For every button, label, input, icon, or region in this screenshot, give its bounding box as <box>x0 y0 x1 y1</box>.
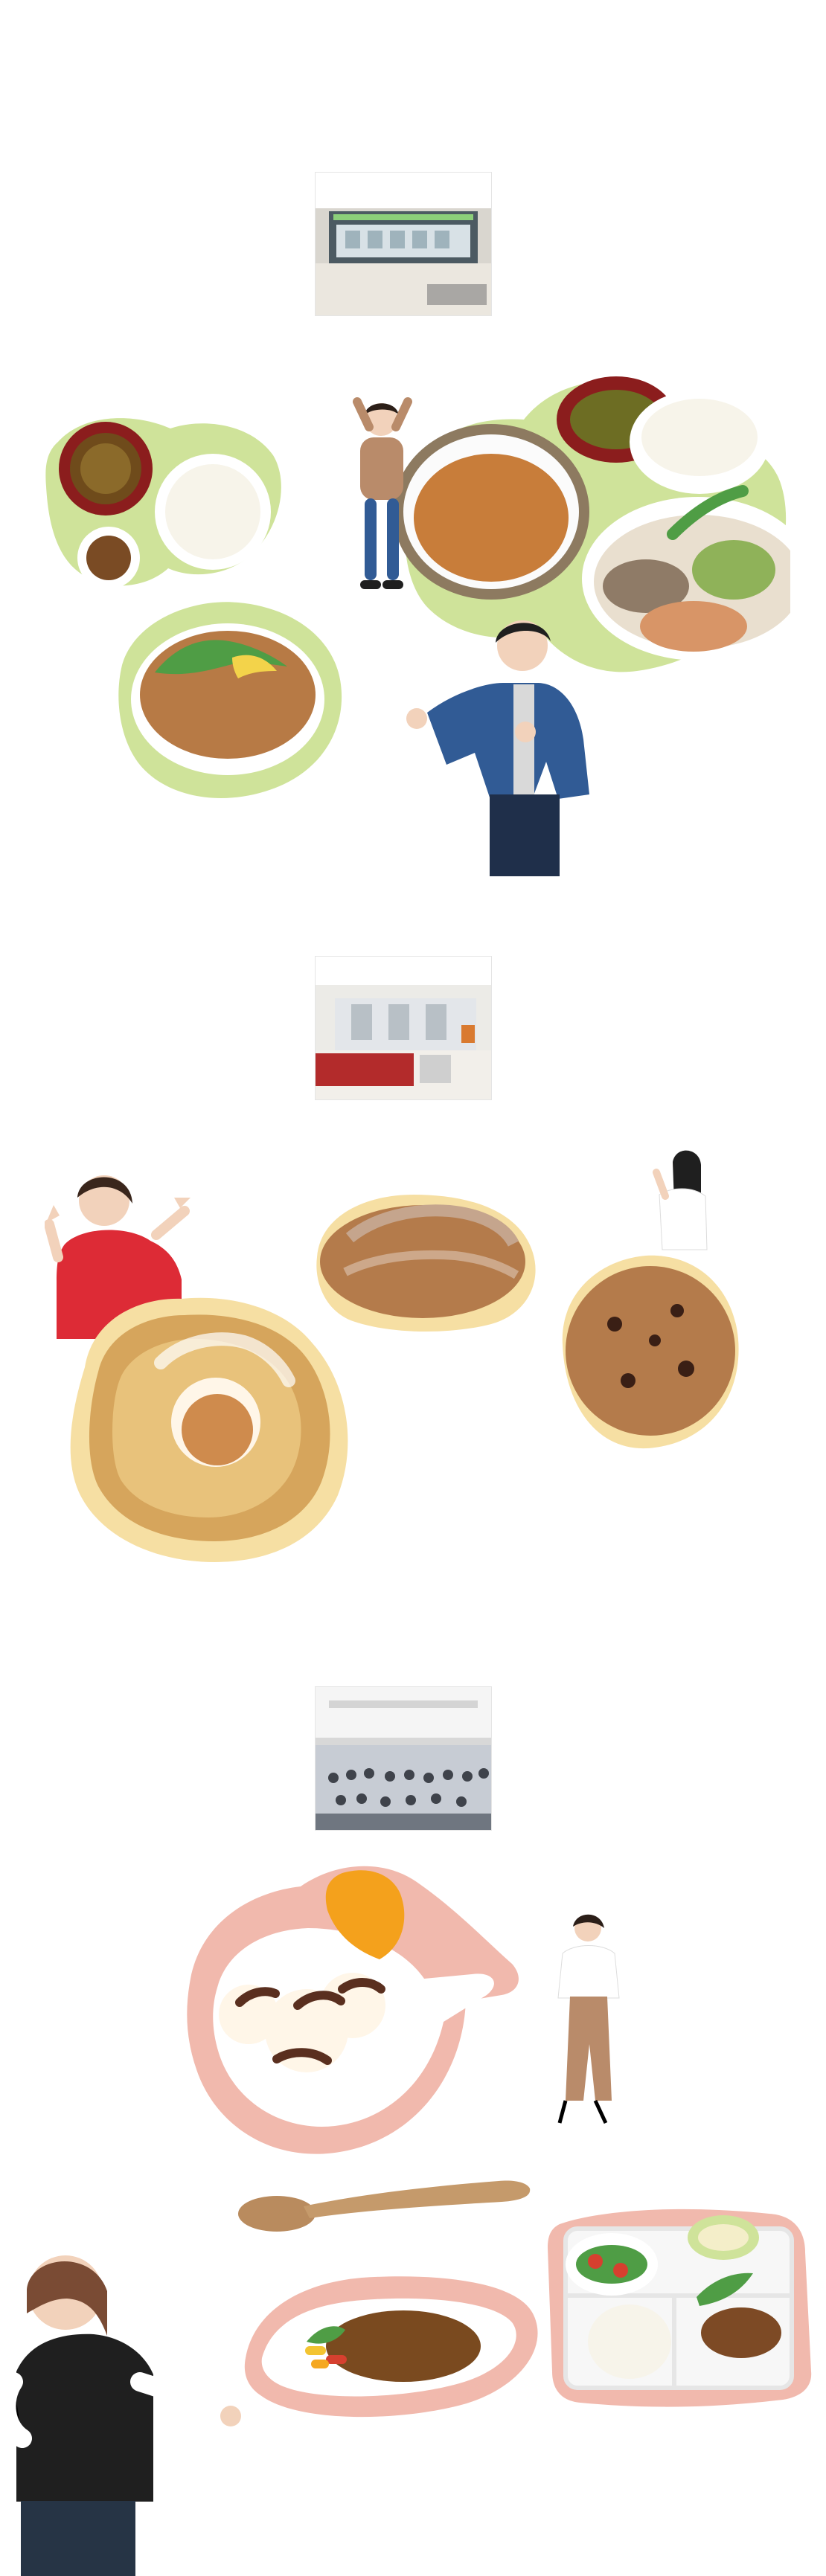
raisin-bread-icon <box>562 1255 739 1449</box>
pork-rice-bowl-icon <box>118 602 342 798</box>
dining-hall-icon <box>316 1687 491 1830</box>
bakery-interior-icon <box>316 957 491 1099</box>
person-6 <box>0 2230 246 2576</box>
spoon-shape <box>238 2180 531 2232</box>
cafeteria-counter-photo <box>316 173 491 315</box>
person-5 <box>540 1900 635 2139</box>
bakery-interior-photo <box>316 957 491 1099</box>
page <box>0 0 826 2576</box>
soft-serve-parfait <box>176 1848 521 2172</box>
lunch-tray <box>540 2196 816 2409</box>
pork-rice-bowl <box>107 589 348 805</box>
lunch-tray-icon <box>548 2209 812 2407</box>
almond-bread-icon <box>316 1195 536 1332</box>
person-6-icon <box>0 2255 241 2576</box>
raisin-bread <box>546 1242 750 1458</box>
person-4-icon <box>653 1150 708 1250</box>
person-4 <box>640 1140 716 1256</box>
soft-serve-parfait-icon <box>187 1866 519 2154</box>
person-1 <box>339 385 426 622</box>
person-2 <box>403 606 604 896</box>
person-5-icon <box>549 1914 627 2124</box>
spoon-icon <box>234 2171 533 2235</box>
person-2-icon <box>406 620 589 876</box>
set-meal-1 <box>33 406 286 614</box>
set-meal-1-icon <box>45 418 281 589</box>
almond-bread <box>304 1187 542 1334</box>
curry-plate <box>231 2264 543 2422</box>
curry-plate-icon <box>244 2276 538 2418</box>
dining-hall-photo <box>316 1687 491 1830</box>
cafeteria-counter-icon <box>316 173 491 315</box>
person-1-icon <box>353 397 412 589</box>
